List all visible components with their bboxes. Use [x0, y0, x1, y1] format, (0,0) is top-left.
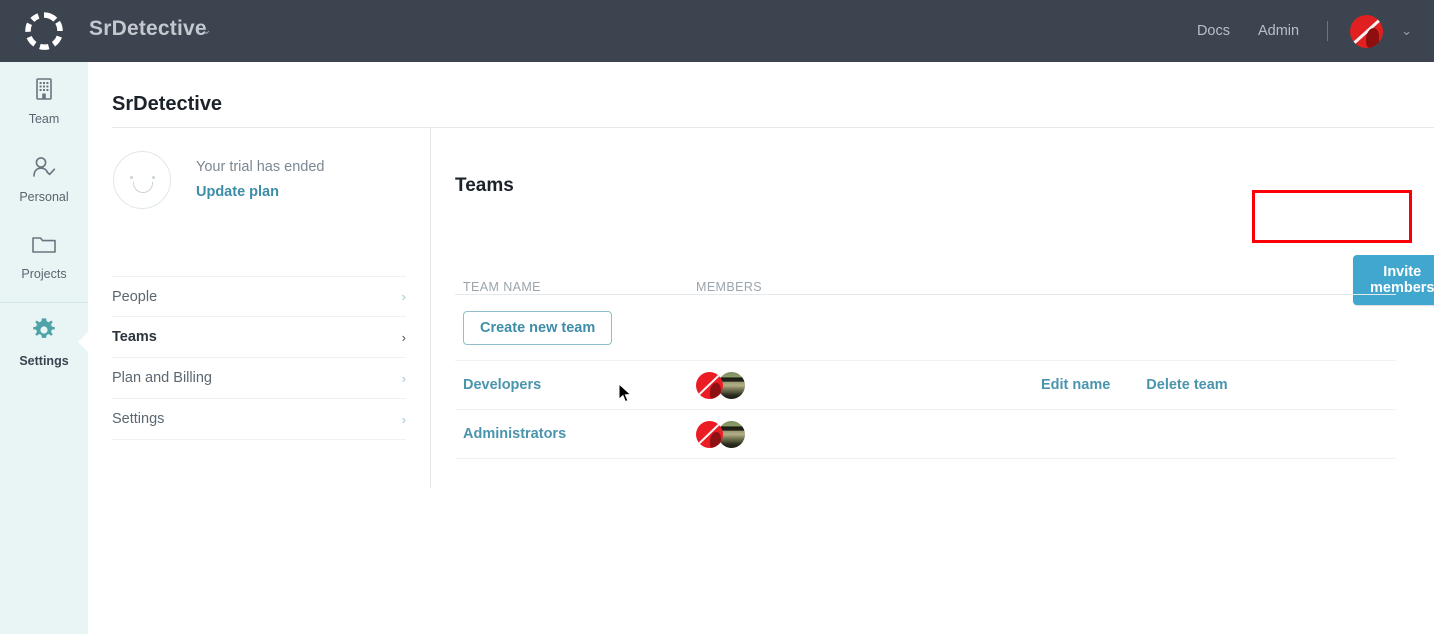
nav-link-admin[interactable]: Admin	[1258, 23, 1299, 39]
sidebar-item-personal-label: Personal	[19, 190, 68, 204]
smiley-eye-right	[152, 176, 155, 179]
folder-icon	[31, 234, 57, 261]
update-plan-link[interactable]: Update plan	[196, 184, 324, 200]
chevron-right-icon: ›	[402, 412, 406, 427]
sidebar-item-team-label: Team	[29, 112, 60, 126]
smiley-mouth	[133, 182, 153, 193]
chevron-right-icon: ›	[402, 330, 406, 345]
teams-section: Teams Invite members TEAM NAME MEMBERS C…	[455, 128, 1434, 197]
sidebar-item-projects[interactable]: Projects	[0, 218, 88, 296]
team-name-link[interactable]: Administrators	[455, 426, 696, 442]
delete-team-link[interactable]: Delete team	[1146, 377, 1227, 393]
member-avatar-red[interactable]	[696, 372, 723, 399]
left-icon-rail: Team Personal Projects Settings	[0, 62, 88, 634]
team-row-actions: Edit name Delete team	[1041, 377, 1396, 393]
page-title: SrDetective	[112, 93, 222, 116]
page-container: SrDetective Your trial has ended Update …	[88, 62, 1434, 634]
settings-menu-item-people[interactable]: People ›	[112, 276, 406, 317]
settings-menu-item-teams[interactable]: Teams ›	[112, 317, 406, 358]
settings-menu-item-settings-label: Settings	[112, 411, 164, 427]
teams-table: TEAM NAME MEMBERS Create new team Develo…	[455, 269, 1396, 459]
trial-status-text: Your trial has ended	[196, 159, 324, 175]
brand-name[interactable]: SrDetective	[89, 17, 207, 41]
settings-menu-item-plan-and-billing-label: Plan and Billing	[112, 370, 212, 386]
nav-divider	[1327, 21, 1328, 41]
sidebar-item-settings[interactable]: Settings	[0, 303, 88, 381]
sidebar-item-settings-label: Settings	[19, 354, 68, 368]
chevron-right-icon: ›	[402, 289, 406, 304]
settings-menu: People › Teams › Plan and Billing › Sett…	[88, 276, 430, 440]
avatar-blob	[710, 432, 721, 448]
gear-icon	[31, 317, 57, 348]
avatar-blob	[1366, 28, 1379, 48]
edit-name-link[interactable]: Edit name	[1041, 377, 1110, 393]
trial-status-block: Your trial has ended Update plan	[88, 128, 430, 209]
teams-heading: Teams	[455, 128, 1434, 197]
chevron-down-icon[interactable]: ⌄	[201, 22, 212, 38]
smiley-eye-left	[130, 176, 133, 179]
member-avatar-red[interactable]	[696, 421, 723, 448]
chevron-right-icon: ›	[402, 371, 406, 386]
nav-link-docs[interactable]: Docs	[1197, 23, 1230, 39]
account-chevron-down-icon[interactable]: ⌄	[1401, 23, 1412, 39]
settings-panel: Your trial has ended Update plan People …	[88, 128, 430, 440]
team-members-cell	[696, 421, 1041, 448]
team-name-link[interactable]: Developers	[455, 377, 696, 393]
member-avatar-group	[696, 372, 1041, 399]
building-icon	[34, 77, 54, 106]
create-new-team-button[interactable]: Create new team	[463, 311, 612, 345]
create-team-row: Create new team	[455, 295, 1396, 361]
top-bar: SrDetective ⌄ Docs Admin ⌄	[0, 0, 1434, 62]
smiley-placeholder-avatar-icon	[113, 151, 171, 209]
top-nav: Docs Admin ⌄	[1197, 0, 1434, 62]
person-check-icon	[31, 155, 57, 184]
teams-table-header: TEAM NAME MEMBERS	[455, 269, 1396, 295]
trial-text: Your trial has ended Update plan	[196, 151, 324, 200]
settings-menu-item-teams-label: Teams	[112, 329, 157, 345]
segmented-ring-logo-icon[interactable]	[22, 9, 66, 53]
settings-menu-item-settings[interactable]: Settings ›	[112, 399, 406, 440]
table-row[interactable]: Administrators	[455, 410, 1396, 459]
sidebar-item-personal[interactable]: Personal	[0, 140, 88, 218]
sidebar-item-projects-label: Projects	[21, 267, 66, 281]
sidebar-item-team[interactable]: Team	[0, 62, 88, 140]
settings-menu-item-people-label: People	[112, 289, 157, 305]
avatar-blob	[710, 383, 721, 399]
column-header-team-name: TEAM NAME	[455, 280, 696, 294]
member-avatar-group	[696, 421, 1041, 448]
team-members-cell	[696, 372, 1041, 399]
table-row[interactable]: Developers Edit name Delete team	[455, 361, 1396, 410]
panel-vertical-divider	[430, 128, 431, 488]
column-header-members: MEMBERS	[696, 280, 1041, 294]
settings-menu-item-plan-and-billing[interactable]: Plan and Billing ›	[112, 358, 406, 399]
account-avatar[interactable]	[1350, 15, 1383, 48]
